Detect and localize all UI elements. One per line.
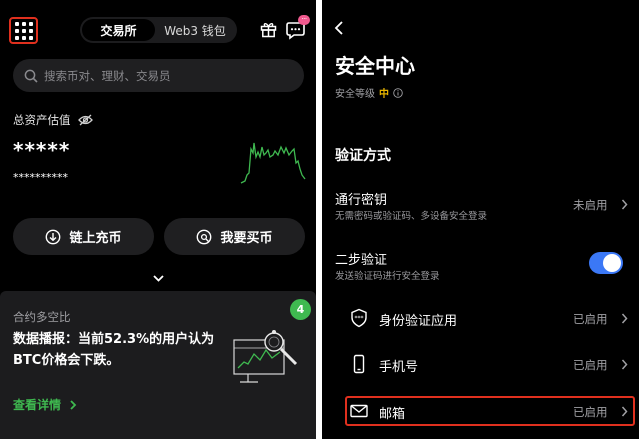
svg-text:***: *** <box>355 315 364 322</box>
verification-methods-heading: 验证方式 <box>335 148 391 164</box>
security-center-screen: 安全中心 安全等级 中 验证方式 通行密钥 无需密码或验证码、多设备安全登录 未… <box>322 0 639 439</box>
search-input[interactable] <box>44 68 284 83</box>
search-icon <box>24 69 38 83</box>
deposit-label: 链上充币 <box>69 231 122 246</box>
shield-key-icon: *** <box>351 308 367 328</box>
authenticator-app-label: 身份验证应用 <box>379 314 458 329</box>
search-bar[interactable] <box>13 59 304 92</box>
chevron-right-icon <box>621 313 628 324</box>
security-level-value: 中 <box>379 89 389 100</box>
chevron-right-icon <box>621 199 628 210</box>
passkey-subtitle: 无需密码或验证码、多设备安全登录 <box>335 211 488 222</box>
buy-coin-icon <box>197 229 212 244</box>
deposit-button[interactable]: 链上充币 <box>13 218 154 255</box>
security-level-label: 安全等级 <box>335 89 375 100</box>
app-menu-button[interactable] <box>9 17 38 44</box>
info-icon[interactable] <box>393 87 403 98</box>
assets-sparkline <box>240 142 306 184</box>
two-step-title: 二步验证 <box>335 253 388 268</box>
security-level: 安全等级 中 <box>335 85 403 100</box>
view-details-label: 查看详情 <box>13 398 62 412</box>
card-count-badge: 4 <box>290 299 311 320</box>
phone-number-label: 手机号 <box>379 360 419 375</box>
buy-crypto-label: 我要买币 <box>220 231 273 246</box>
chevron-down-icon[interactable] <box>152 274 165 283</box>
card-title: 合约多空比 <box>13 310 71 324</box>
phone-number-status: 已启用 <box>573 358 608 372</box>
total-assets-label: 总资产估值 <box>13 112 93 128</box>
gift-icon[interactable] <box>260 21 277 38</box>
notification-badge: ··· <box>298 15 310 25</box>
two-step-subtitle: 发送验证码进行安全登录 <box>335 271 440 282</box>
long-short-ratio-card[interactable]: 合约多空比 4 数据播报：当前52.3%的用户认为BTC价格会下跌。 查看详情 <box>0 291 316 439</box>
toggle-knob <box>603 254 621 272</box>
buy-crypto-button[interactable]: 我要买币 <box>164 218 305 255</box>
eye-hidden-icon[interactable] <box>77 114 93 126</box>
deposit-icon <box>46 229 61 244</box>
card-text: 数据播报：当前52.3%的用户认为BTC价格会下跌。 <box>13 332 215 368</box>
passkey-title: 通行密钥 <box>335 193 388 208</box>
phone-number-row[interactable]: 手机号 已启用 <box>344 346 639 382</box>
exchange-home-screen: 交易所 Web3 钱包 ··· 总资产估值 ***** ********** <box>0 0 316 439</box>
tab-web3-wallet[interactable]: Web3 钱包 <box>155 19 235 41</box>
email-row-highlight <box>345 396 635 426</box>
view-details-link[interactable]: 查看详情 <box>13 396 77 413</box>
phone-icon <box>353 354 365 374</box>
total-assets-secondary: ********** <box>13 171 68 184</box>
chevron-right-icon <box>70 399 77 410</box>
chevron-right-icon <box>621 359 628 370</box>
mode-switcher: 交易所 Web3 钱包 <box>80 17 237 43</box>
total-assets-label-text: 总资产估值 <box>13 113 71 127</box>
authenticator-app-row[interactable]: *** 身份验证应用 已启用 <box>344 300 639 336</box>
passkey-status: 未启用 <box>573 198 608 212</box>
back-arrow-icon[interactable] <box>334 20 344 36</box>
page-title: 安全中心 <box>335 54 415 78</box>
grid-menu-icon <box>14 21 33 40</box>
total-assets-value: ***** <box>13 138 71 162</box>
tab-exchange[interactable]: 交易所 <box>82 19 155 41</box>
chart-magnifier-illustration <box>233 330 298 383</box>
two-step-toggle[interactable] <box>589 252 623 274</box>
authenticator-app-status: 已启用 <box>573 312 608 326</box>
